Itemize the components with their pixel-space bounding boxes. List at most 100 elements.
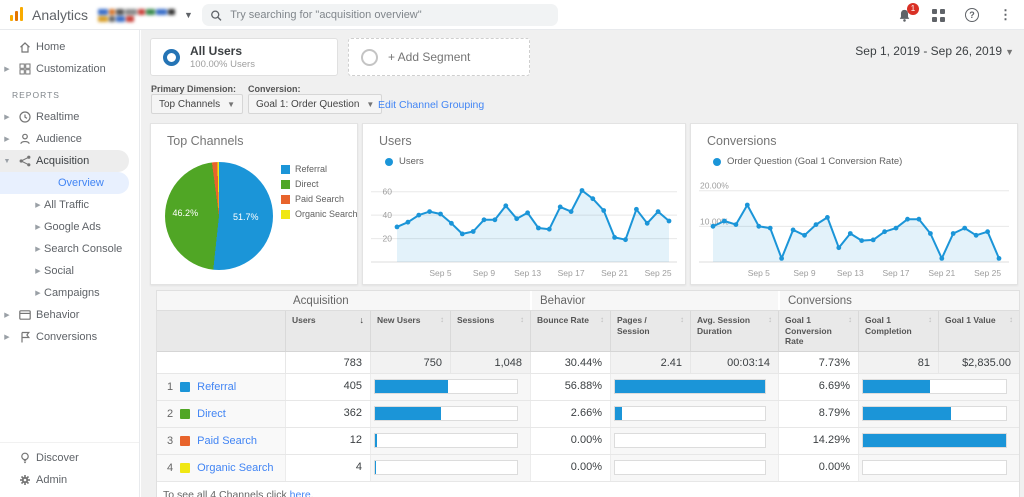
- search-icon: [210, 9, 222, 22]
- sidebar-item-realtime[interactable]: ▶Realtime: [0, 106, 139, 128]
- search-input[interactable]: [230, 9, 550, 21]
- channels-table: AcquisitionBehaviorConversionsUsers↓New …: [156, 290, 1020, 497]
- conversions-chart-title: Conversions: [707, 134, 776, 148]
- edit-channel-grouping-link[interactable]: Edit Channel Grouping: [378, 99, 484, 111]
- column-header-goal-1-conversion-rate[interactable]: Goal 1 Conversion Rate↕: [778, 311, 858, 351]
- chevron-right-icon: ▶: [0, 113, 14, 121]
- analytics-app: Analytics ▼ 1 ? ⋮: [0, 0, 1024, 497]
- top-bar: Analytics ▼ 1 ? ⋮: [0, 0, 1024, 30]
- sidebar-item-conversions[interactable]: ▶Conversions: [0, 326, 139, 348]
- svg-text:40: 40: [383, 210, 393, 220]
- svg-text:60: 60: [383, 187, 393, 197]
- top-channels-card: Top Channels 51.7%46.2% ReferralDirectPa…: [150, 123, 358, 285]
- table-footer: To see all 4 Channels click here.: [157, 482, 1019, 497]
- sidebar-item-all-traffic[interactable]: ▶All Traffic: [0, 194, 139, 216]
- channel-link[interactable]: Paid Search: [197, 435, 257, 447]
- legend-label: Paid Search: [295, 194, 344, 204]
- bar-chart-cell: [370, 374, 530, 400]
- channel-link[interactable]: Direct: [197, 408, 226, 420]
- sort-idle-icon: ↕: [440, 315, 444, 347]
- column-header-avg-session-duration[interactable]: Avg. Session Duration↕: [690, 311, 778, 351]
- pie-slice-label: 46.2%: [173, 208, 199, 218]
- analytics-logo-icon[interactable]: [10, 7, 23, 21]
- account-selector[interactable]: ▼: [98, 4, 198, 26]
- column-header-sessions[interactable]: Sessions↕: [450, 311, 530, 351]
- add-segment-ring-icon: [361, 49, 378, 66]
- conversions-line-chart: 10.00%20.00%Sep 5Sep 9Sep 13Sep 17Sep 21…: [699, 172, 1009, 278]
- total-value: 2.41: [610, 352, 690, 373]
- legend-swatch-icon: [281, 210, 290, 219]
- svg-text:Sep 21: Sep 21: [601, 268, 628, 278]
- more-menu-icon[interactable]: ⋮: [999, 7, 1012, 23]
- sidebar-item-campaigns[interactable]: ▶Campaigns: [0, 282, 139, 304]
- channel-link[interactable]: Referral: [197, 381, 236, 393]
- svg-text:Sep 13: Sep 13: [837, 268, 864, 278]
- bar-chart-cell: [858, 401, 1019, 427]
- sidebar-item-label: Search Console: [44, 243, 122, 255]
- sidebar-item-label: Discover: [36, 452, 79, 464]
- bar-chart-cell: [370, 428, 530, 454]
- sidebar-item-behavior[interactable]: ▶Behavior: [0, 304, 139, 326]
- column-header-new-users[interactable]: New Users↕: [370, 311, 450, 351]
- sidebar-item-label: Acquisition: [36, 155, 89, 167]
- svg-text:Sep 9: Sep 9: [473, 268, 495, 278]
- bar-chart-cell: [610, 401, 778, 427]
- sidebar-item-customization[interactable]: ▶Customization: [0, 58, 139, 80]
- chevron-right-icon: ▶: [32, 267, 44, 275]
- conversions-legend: Order Question (Goal 1 Conversion Rate): [713, 156, 902, 167]
- conversions-icon: [14, 330, 36, 344]
- bar-chart-cell: [370, 401, 530, 427]
- sidebar-item-google-ads[interactable]: ▶Google Ads: [0, 216, 139, 238]
- users-value: 12: [285, 428, 370, 454]
- apps-grid-icon[interactable]: [932, 9, 945, 22]
- sidebar-item-discover[interactable]: Discover: [0, 447, 139, 469]
- row-rank: 2: [167, 408, 173, 420]
- sort-idle-icon: ↕: [520, 315, 524, 347]
- audience-icon: [14, 132, 36, 146]
- segment-ring-icon: [163, 49, 180, 66]
- sidebar-item-social[interactable]: ▶Social: [0, 260, 139, 282]
- chevron-down-icon: ▼: [184, 10, 193, 20]
- sidebar-item-acquisition[interactable]: ▼ Acquisition: [0, 150, 129, 172]
- bounce-rate-value: 0.00%: [530, 428, 610, 454]
- segment-all-users[interactable]: All Users 100.00% Users: [150, 38, 338, 76]
- svg-text:Sep 9: Sep 9: [793, 268, 815, 278]
- sidebar-item-home[interactable]: Home: [0, 36, 139, 58]
- date-range-picker[interactable]: Sep 1, 2019 - Sep 26, 2019▼: [855, 44, 1014, 58]
- notifications-bell-icon[interactable]: 1: [897, 8, 912, 23]
- chevron-right-icon: ▶: [0, 311, 14, 319]
- chevron-down-icon: ▼: [0, 158, 14, 165]
- sort-idle-icon: ↕: [680, 315, 684, 347]
- sidebar-item-label: Social: [44, 265, 74, 277]
- users-value: 4: [285, 455, 370, 481]
- table-group-label: Behavior: [530, 291, 778, 310]
- channel-link[interactable]: Organic Search: [197, 462, 273, 474]
- column-header-pages-session[interactable]: Pages / Session↕: [610, 311, 690, 351]
- bar-chart-cell: [858, 428, 1019, 454]
- help-icon[interactable]: ?: [965, 8, 979, 22]
- add-segment-button[interactable]: + Add Segment: [348, 38, 530, 76]
- column-header-goal-1-value[interactable]: Goal 1 Value↕: [938, 311, 1019, 351]
- legend-item: Direct: [281, 179, 358, 189]
- legend-item: Organic Search: [281, 209, 358, 219]
- column-header-goal-1-completion[interactable]: Goal 1 Completion↕: [858, 311, 938, 351]
- chevron-down-icon: ▼: [1005, 47, 1014, 57]
- legend-label: Referral: [295, 164, 327, 174]
- svg-text:Sep 17: Sep 17: [558, 268, 585, 278]
- svg-text:Sep 5: Sep 5: [429, 268, 451, 278]
- column-header-users[interactable]: Users↓: [285, 311, 370, 351]
- legend-swatch-icon: [281, 180, 290, 189]
- bar-chart-cell: [610, 374, 778, 400]
- sidebar-item-audience[interactable]: ▶Audience: [0, 128, 139, 150]
- sidebar-item-overview[interactable]: Overview: [0, 172, 129, 194]
- column-header-bounce-rate[interactable]: Bounce Rate↕: [530, 311, 610, 351]
- legend-swatch-icon: [281, 165, 290, 174]
- behavior-icon: [14, 308, 36, 322]
- primary-dimension-dropdown[interactable]: Top Channels▼: [151, 94, 243, 114]
- sidebar-item-admin[interactable]: Admin: [0, 469, 139, 491]
- sidebar-item-search-console[interactable]: ▶Search Console: [0, 238, 139, 260]
- see-all-channels-link[interactable]: here: [290, 489, 311, 497]
- conversion-dropdown[interactable]: Goal 1: Order Question▼: [248, 94, 382, 114]
- svg-text:Sep 17: Sep 17: [883, 268, 910, 278]
- account-name-redacted: [98, 6, 180, 24]
